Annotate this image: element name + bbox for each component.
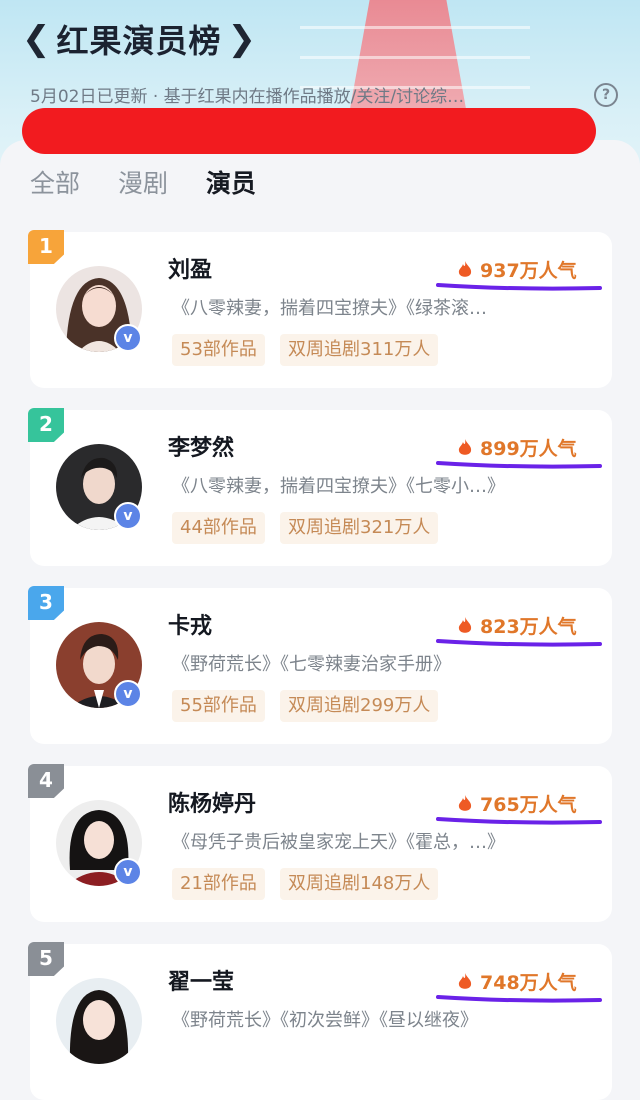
actor-card[interactable]: 2 v 李梦然 899万人气 《八零辣妻，揣着四宝撩夫》《七零小…》 44部作品… (28, 408, 612, 566)
popularity-value: 748万人气 (480, 972, 577, 994)
works-count-tag: 53部作品 (172, 334, 265, 366)
works-count-tag: 21部作品 (172, 868, 265, 900)
help-icon[interactable]: ? (594, 83, 618, 107)
flame-icon (458, 260, 472, 277)
popularity-value: 765万人气 (480, 794, 577, 816)
page-title-row: ❮ 红果演员榜 ❯ (22, 16, 256, 62)
rank-badge: 3 (28, 586, 64, 620)
actor-card[interactable]: 3 v 卡戎 823万人气 《野荷荒长》《七零辣妻治家手册》 55部作品 双周追… (28, 586, 612, 744)
works-list: 《八零辣妻，揣着四宝撩夫》《七零小…》 (172, 476, 505, 497)
rank-badge: 4 (28, 764, 64, 798)
rank-badge: 5 (28, 942, 64, 976)
laurel-right-icon: ❯ (227, 19, 257, 59)
tab-comic-drama[interactable]: 漫剧 (118, 164, 168, 200)
flame-icon (458, 438, 472, 455)
actor-card[interactable]: 1 v 刘盈 937万人气 《八零辣妻，揣着四宝撩夫》《绿茶滚… 53部作品 双… (28, 230, 612, 388)
popularity: 765万人气 (458, 790, 577, 817)
popularity-value: 899万人气 (480, 438, 577, 460)
flame-icon (458, 794, 472, 811)
actor-card[interactable]: 5 翟一莹 748万人气 《野荷荒长》《初次尝鲜》《昼以继夜》 (28, 942, 612, 1100)
works-list: 《野荷荒长》《初次尝鲜》《昼以继夜》 (172, 1010, 478, 1031)
tab-actors[interactable]: 演员 (206, 164, 256, 200)
flame-icon (458, 616, 472, 633)
annotation-underline (436, 995, 602, 1003)
tab-bar: 全部 漫剧 演员 (30, 164, 256, 200)
annotation-underline (436, 817, 602, 825)
verified-badge-icon: v (114, 858, 142, 886)
actor-name[interactable]: 翟一莹 (168, 964, 234, 996)
works-list: 《母凭子贵后被皇家宠上天》《霍总，…》 (172, 832, 505, 853)
followers-tag: 双周追剧299万人 (280, 690, 439, 722)
works-list: 《野荷荒长》《七零辣妻治家手册》 (172, 654, 451, 675)
stair-line (300, 26, 530, 29)
works-count-tag: 55部作品 (172, 690, 265, 722)
rank-badge: 1 (28, 230, 64, 264)
popularity: 937万人气 (458, 256, 577, 283)
popularity: 823万人气 (458, 612, 577, 639)
actor-name[interactable]: 刘盈 (168, 252, 212, 284)
popularity: 899万人气 (458, 434, 577, 461)
update-subtitle: 5月02日已更新 · 基于红果内在播作品播放/关注/讨论综… (30, 87, 465, 107)
verified-badge-icon: v (114, 680, 142, 708)
page-title: 红果演员榜 (56, 22, 222, 60)
actor-card[interactable]: 4 v 陈杨婷丹 765万人气 《母凭子贵后被皇家宠上天》《霍总，…》 21部作… (28, 764, 612, 922)
laurel-left-icon: ❮ (22, 19, 51, 59)
tab-all[interactable]: 全部 (30, 164, 80, 200)
annotation-underline (436, 283, 602, 291)
popularity-value: 823万人气 (480, 616, 577, 638)
actor-name[interactable]: 卡戎 (168, 608, 212, 640)
followers-tag: 双周追剧321万人 (280, 512, 439, 544)
redaction-mark (22, 108, 596, 154)
popularity: 748万人气 (458, 968, 577, 995)
rank-badge: 2 (28, 408, 64, 442)
annotation-underline (436, 639, 602, 647)
stair-line (300, 56, 530, 59)
annotation-underline (436, 461, 602, 469)
verified-badge-icon: v (114, 324, 142, 352)
followers-tag: 双周追剧148万人 (280, 868, 439, 900)
flame-icon (458, 972, 472, 989)
works-count-tag: 44部作品 (172, 512, 265, 544)
followers-tag: 双周追剧311万人 (280, 334, 439, 366)
verified-badge-icon: v (114, 502, 142, 530)
works-list: 《八零辣妻，揣着四宝撩夫》《绿茶滚… (172, 298, 487, 319)
actor-name[interactable]: 李梦然 (168, 430, 234, 462)
avatar[interactable] (56, 978, 142, 1064)
actor-name[interactable]: 陈杨婷丹 (168, 786, 256, 818)
popularity-value: 937万人气 (480, 260, 577, 282)
